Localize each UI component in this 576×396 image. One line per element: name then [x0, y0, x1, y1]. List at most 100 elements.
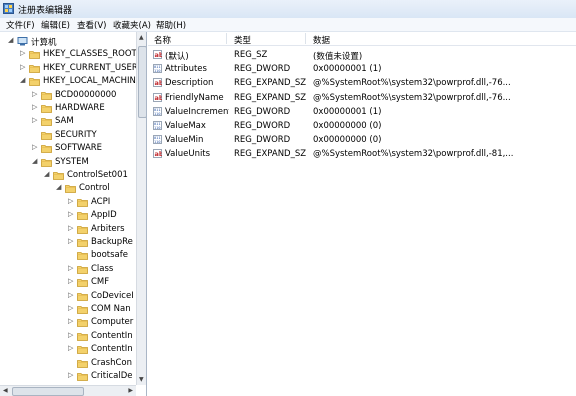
scroll-right-icon[interactable]: ▶ — [128, 387, 133, 394]
column-header-data[interactable]: 数据 — [313, 34, 330, 46]
column-divider[interactable] — [226, 33, 227, 44]
menu-view[interactable]: 查看(V) — [77, 19, 106, 31]
value-row[interactable]: ab FriendlyName REG_EXPAND_SZ @%SystemRoot%… — [148, 91, 576, 105]
tree-node[interactable]: ▷ SOFTWARE — [0, 142, 136, 155]
scroll-down-icon[interactable]: ▼ — [139, 376, 144, 383]
value-row[interactable]: ab ValueUnits REG_EXPAND_SZ @%SystemRoot%\s… — [148, 147, 576, 161]
window-title: 注册表编辑器 — [18, 6, 73, 16]
expand-arrow-icon[interactable]: ▷ — [68, 331, 76, 339]
expand-arrow-icon[interactable]: ▷ — [32, 116, 40, 124]
tree-node[interactable]: ▷ ACPI — [0, 196, 136, 209]
tree-node[interactable]: ▷ CriticalDe — [0, 370, 136, 383]
tree-node[interactable]: ◢ ControlSet001 — [0, 169, 136, 182]
svg-text:ab: ab — [155, 94, 163, 102]
tree-node[interactable]: ▷ HARDWARE — [0, 102, 136, 115]
value-row[interactable]: 011 110 ValueIncrement REG_DWORD 0x00000001 … — [148, 105, 576, 119]
folder-icon — [41, 158, 52, 167]
collapse-arrow-icon[interactable]: ◢ — [32, 157, 40, 165]
expand-arrow-icon[interactable]: ▷ — [32, 103, 40, 111]
folder-icon — [41, 118, 52, 127]
value-data: @%SystemRoot%\system32\powrprof.dll,-81,… — [313, 149, 514, 160]
tree-node[interactable]: SECURITY — [0, 129, 136, 142]
value-row[interactable]: ab Description REG_EXPAND_SZ @%SystemRoot%\… — [148, 76, 576, 90]
tree-node[interactable]: ▷ BCD00000000 — [0, 89, 136, 102]
tree-node[interactable]: ▷ AppID — [0, 209, 136, 222]
tree-node[interactable]: ◢ SYSTEM — [0, 156, 136, 169]
expand-arrow-icon[interactable]: ▷ — [20, 63, 28, 71]
tree-node[interactable]: bootsafe — [0, 249, 136, 262]
menu-edit[interactable]: 编辑(E) — [41, 19, 70, 31]
tree-node[interactable]: ▷ ContentIn — [0, 343, 136, 356]
scroll-up-icon[interactable]: ▲ — [139, 34, 144, 41]
menu-help[interactable]: 帮助(H) — [156, 19, 186, 31]
expand-arrow-icon[interactable]: ▷ — [68, 210, 76, 218]
tree-node[interactable]: ◢ 计算机 — [0, 35, 136, 48]
tree-node-label: ACPI — [91, 196, 111, 207]
tree-node-label: CMF — [91, 277, 110, 288]
value-type: REG_EXPAND_SZ — [234, 78, 307, 89]
expand-arrow-icon[interactable]: ▷ — [68, 277, 76, 285]
expand-arrow-icon[interactable]: ▷ — [32, 90, 40, 98]
folder-icon — [77, 198, 88, 207]
expand-arrow-icon[interactable]: ▷ — [32, 143, 40, 151]
folder-icon — [77, 292, 88, 301]
expand-arrow-icon[interactable]: ▷ — [68, 264, 76, 272]
value-type: REG_DWORD — [234, 121, 291, 131]
collapse-arrow-icon[interactable]: ◢ — [20, 76, 28, 84]
tree-node[interactable]: ▷ HKEY_CURRENT_USER — [0, 62, 138, 75]
value-row[interactable]: 011 110 Attributes REG_DWORD 0x00000001 (1) — [148, 62, 576, 76]
tree-node[interactable]: ▷ Class — [0, 263, 136, 276]
expand-arrow-icon[interactable]: ▷ — [68, 304, 76, 312]
collapse-arrow-icon[interactable]: ◢ — [56, 183, 64, 191]
folder-icon — [41, 105, 52, 113]
value-row[interactable]: 011 110 ValueMin REG_DWORD 0x00000000 (0) — [148, 133, 576, 147]
value-row[interactable]: 011 110 ValueMax REG_DWORD 0x00000000 (0) — [148, 119, 576, 133]
column-header-type[interactable]: 类型 — [234, 34, 251, 46]
tree-horizontal-scrollbar[interactable]: ◀ ▶ — [0, 385, 136, 396]
expand-arrow-icon[interactable]: ▷ — [68, 224, 76, 232]
collapse-arrow-icon[interactable]: ◢ — [44, 170, 52, 178]
tree-node[interactable]: ▷ CoDeviceI — [0, 290, 136, 303]
tree-node[interactable]: ▷ HKEY_CLASSES_ROOT — [0, 48, 137, 61]
tree-node[interactable]: ▷ CMF — [0, 276, 136, 289]
expand-arrow-icon[interactable]: ▷ — [68, 197, 76, 205]
computer-icon — [17, 37, 28, 46]
expand-arrow-icon[interactable]: ▷ — [68, 344, 76, 352]
column-header-name[interactable]: 名称 — [154, 34, 171, 46]
folder-icon — [29, 51, 40, 60]
expand-arrow-icon[interactable]: ▷ — [20, 49, 28, 57]
expand-arrow-icon[interactable]: ▷ — [68, 371, 76, 379]
expand-arrow-icon[interactable]: ▷ — [68, 237, 76, 245]
tree-node[interactable]: ▷ SAM — [0, 115, 136, 128]
scroll-thumb[interactable] — [138, 46, 146, 118]
tree-node[interactable]: ▷ Arbiters — [0, 223, 136, 236]
tree-node[interactable]: ◢ HKEY_LOCAL_MACHINE — [0, 75, 141, 88]
tree-node[interactable]: ▷ COM Nan — [0, 303, 136, 316]
folder-icon — [53, 172, 64, 180]
tree-node[interactable]: ▷ BackupRe — [0, 236, 136, 249]
scroll-thumb-horizontal[interactable] — [12, 387, 84, 396]
scroll-left-icon[interactable]: ◀ — [3, 387, 8, 394]
tree-node[interactable]: ◢ Control — [0, 182, 136, 195]
tree-node[interactable]: CrashCon — [0, 357, 136, 370]
binary-value-icon: 011110 — [153, 121, 162, 130]
expand-arrow-icon[interactable]: ▷ — [68, 317, 76, 325]
values-list-pane[interactable]: 名称 类型 数据 ab (默认) REG_SZ (数值未设置) 011 110 Attrib… — [148, 32, 576, 396]
folder-icon — [77, 373, 88, 381]
expand-arrow-icon[interactable]: ▷ — [68, 291, 76, 299]
menu-favorites[interactable]: 收藏夹(A) — [113, 19, 151, 31]
column-divider[interactable] — [305, 33, 306, 44]
binary-value-icon: 011110 — [153, 106, 162, 116]
key-tree-pane[interactable]: ◢ 计算机 ▷ HKEY_CLASSES_ROOT ▷ HKEY_CURRENT_USER… — [0, 32, 147, 396]
collapse-arrow-icon[interactable]: ◢ — [8, 36, 16, 44]
value-row[interactable]: ab (默认) REG_SZ (数值未设置) — [148, 48, 576, 62]
tree-vertical-scrollbar[interactable]: ▲ ▼ — [136, 32, 146, 385]
value-name: ValueMin — [165, 135, 204, 146]
tree-node[interactable]: ▷ ContentIn — [0, 330, 136, 343]
tree-node-label: ControlSet001 — [67, 170, 128, 180]
value-data: 0x00000001 (1) — [313, 64, 382, 75]
menu-file[interactable]: 文件(F) — [6, 19, 35, 31]
tree-node-label: CrashCon — [91, 357, 132, 368]
folder-icon — [77, 346, 88, 355]
tree-node[interactable]: ▷ Computer — [0, 316, 136, 329]
